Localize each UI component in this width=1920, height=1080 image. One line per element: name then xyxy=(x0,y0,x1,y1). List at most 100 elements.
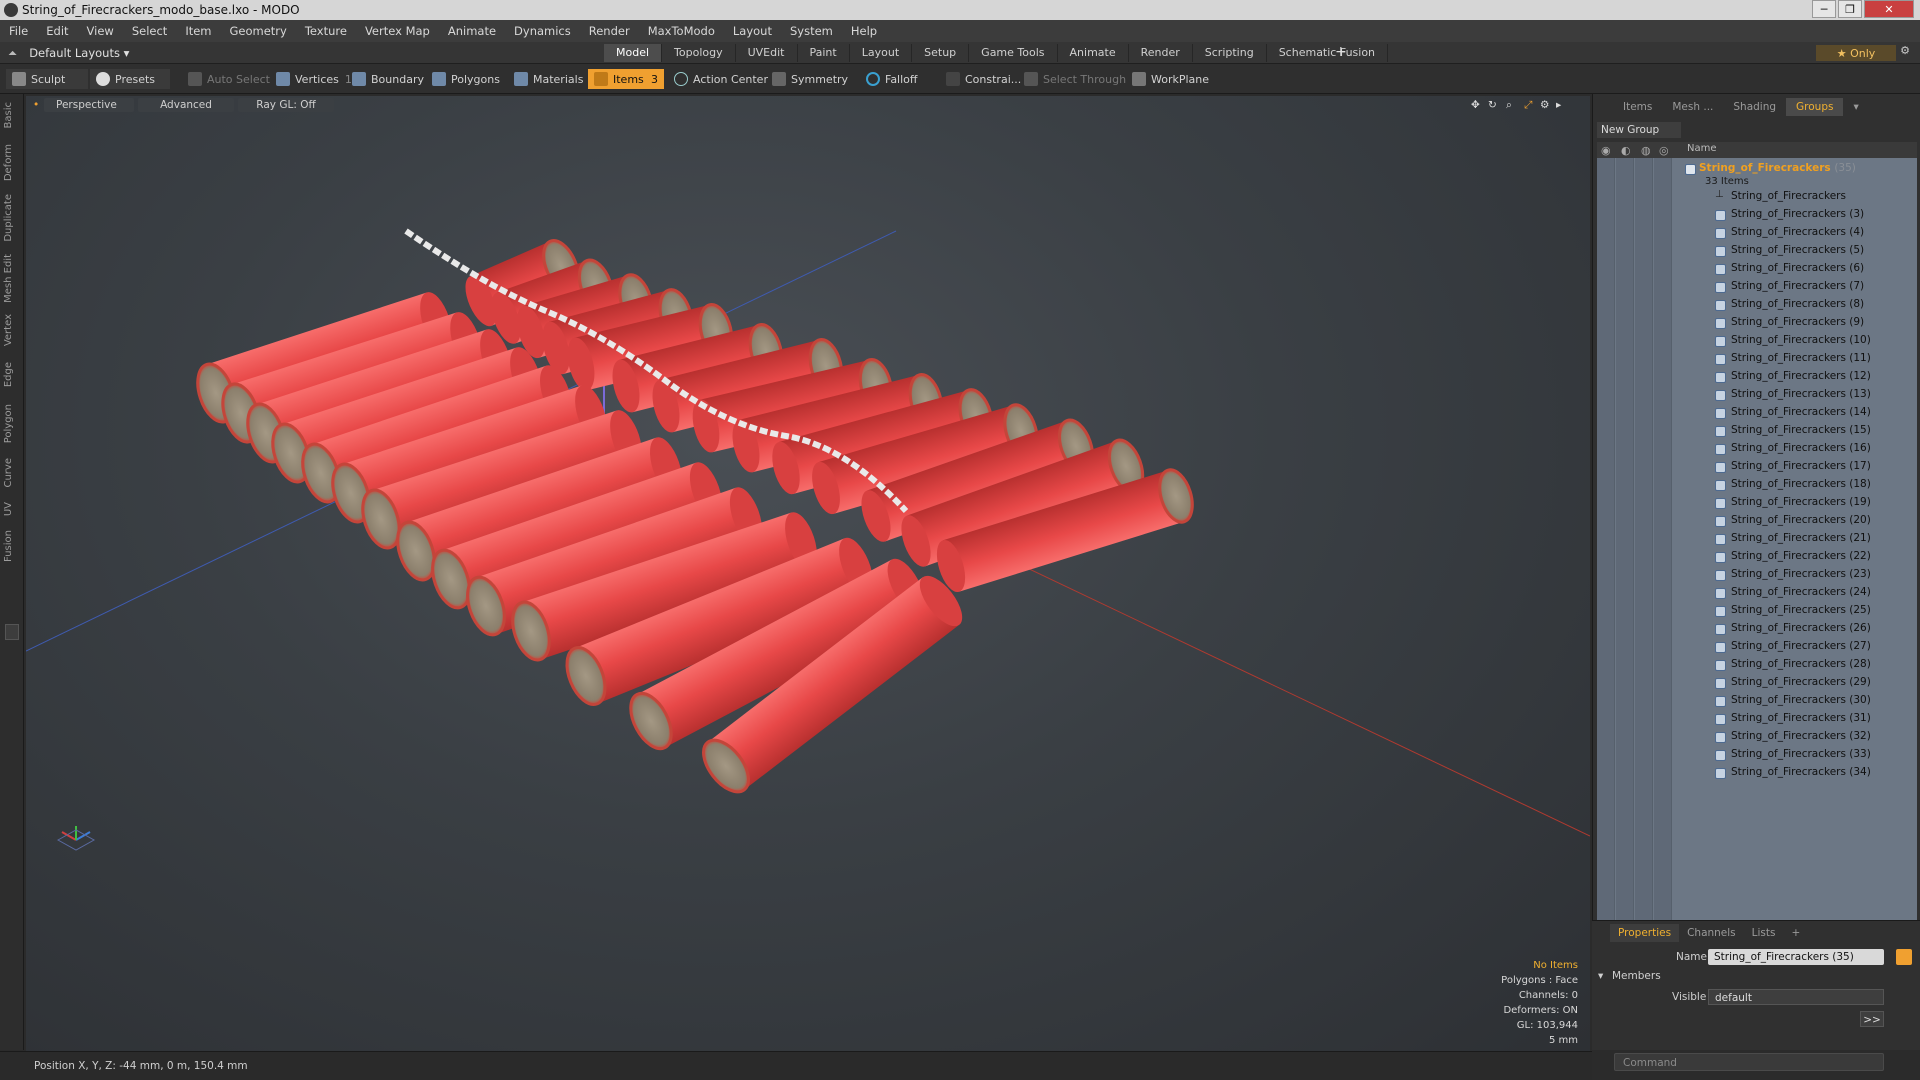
tab-lists[interactable]: Lists xyxy=(1744,924,1784,942)
select-through-button[interactable]: Select Through xyxy=(1018,69,1132,89)
menu-vertex-map[interactable]: Vertex Map xyxy=(356,24,439,38)
group-item-row[interactable]: String_of_Firecrackers (20) xyxy=(1597,512,1917,530)
members-expand-icon[interactable]: ▾ xyxy=(1598,970,1603,982)
more-button[interactable]: >> xyxy=(1860,1011,1884,1027)
group-item-row[interactable]: String_of_Firecrackers (30) xyxy=(1597,692,1917,710)
tab-mesh-edit[interactable]: Mesh Edit xyxy=(3,254,21,303)
group-item-row[interactable]: String_of_Firecrackers (21) xyxy=(1597,530,1917,548)
menu-item[interactable]: Item xyxy=(176,24,220,38)
only-toggle[interactable]: ★ Only xyxy=(1816,45,1896,61)
close-button[interactable]: ✕ xyxy=(1864,0,1914,18)
menu-view[interactable]: View xyxy=(78,24,123,38)
group-item-row[interactable]: String_of_Firecrackers (7) xyxy=(1597,278,1917,296)
name-field[interactable]: String_of_Firecrackers (35) xyxy=(1708,949,1884,965)
menu-dynamics[interactable]: Dynamics xyxy=(505,24,580,38)
tab-paint[interactable]: Paint xyxy=(798,44,850,62)
column-name[interactable]: Name xyxy=(1687,143,1717,154)
auto-select-button[interactable]: Auto Select xyxy=(182,69,276,89)
workplane-button[interactable]: WorkPlane xyxy=(1126,69,1215,89)
group-item-row[interactable]: String_of_Firecrackers (34) xyxy=(1597,764,1917,782)
tab-edge[interactable]: Edge xyxy=(3,362,21,387)
group-item-row[interactable]: String_of_Firecrackers (27) xyxy=(1597,638,1917,656)
tab-fusion[interactable]: Fusion xyxy=(3,530,21,562)
menu-edit[interactable]: Edit xyxy=(37,24,77,38)
tab-channels[interactable]: Channels xyxy=(1679,924,1744,942)
tab-uvedit[interactable]: UVEdit xyxy=(736,44,798,62)
tab-animate[interactable]: Animate xyxy=(1058,44,1129,62)
menu-render[interactable]: Render xyxy=(580,24,639,38)
gear-icon[interactable]: ⚙ xyxy=(1896,44,1914,62)
add-tab-button[interactable]: + xyxy=(1783,924,1808,942)
lock-icon[interactable]: ◍ xyxy=(1641,144,1651,157)
visible-dropdown[interactable]: default xyxy=(1708,989,1884,1005)
items-button[interactable]: Items 3 xyxy=(588,69,664,89)
maximize-button[interactable]: ❐ xyxy=(1838,0,1862,18)
action-center-button[interactable]: Action Center xyxy=(668,69,774,89)
group-item-row[interactable]: String_of_Firecrackers (3) xyxy=(1597,206,1917,224)
default-layouts-dropdown[interactable]: ⏶ Default Layouts ▾ xyxy=(8,45,129,61)
tab-shading[interactable]: Shading xyxy=(1723,98,1786,116)
tab-duplicate[interactable]: Duplicate xyxy=(3,194,21,242)
menu-file[interactable]: File xyxy=(0,24,37,38)
group-item-row[interactable]: String_of_Firecrackers (31) xyxy=(1597,710,1917,728)
group-item-row[interactable]: String_of_Firecrackers (19) xyxy=(1597,494,1917,512)
group-item-row[interactable]: String_of_Firecrackers (15) xyxy=(1597,422,1917,440)
tab-properties[interactable]: Properties xyxy=(1610,924,1680,942)
tab-game-tools[interactable]: Game Tools xyxy=(969,44,1058,62)
group-item-row[interactable]: String_of_Firecrackers (6) xyxy=(1597,260,1917,278)
materials-button[interactable]: Materials xyxy=(508,69,589,89)
group-item-row[interactable]: String_of_Firecrackers (5) xyxy=(1597,242,1917,260)
tab-curve[interactable]: Curve xyxy=(3,458,21,488)
group-item-row[interactable]: String_of_Firecrackers (29) xyxy=(1597,674,1917,692)
tab-topology[interactable]: Topology xyxy=(662,44,736,62)
group-item-row[interactable]: String_of_Firecrackers (32) xyxy=(1597,728,1917,746)
new-group-button[interactable]: New Group xyxy=(1597,122,1681,138)
tab-deform[interactable]: Deform xyxy=(3,144,21,181)
group-item-row[interactable]: String_of_Firecrackers (11) xyxy=(1597,350,1917,368)
command-input[interactable]: Command xyxy=(1614,1053,1884,1071)
group-item-row[interactable]: String_of_Firecrackers (22) xyxy=(1597,548,1917,566)
group-item-row[interactable]: String_of_Firecrackers (9) xyxy=(1597,314,1917,332)
group-item-row[interactable]: String_of_Firecrackers (8) xyxy=(1597,296,1917,314)
menu-maxtomodo[interactable]: MaxToModo xyxy=(639,24,724,38)
presets-button[interactable]: Presets xyxy=(90,69,170,89)
group-item-row[interactable]: String_of_Firecrackers (4) xyxy=(1597,224,1917,242)
add-layout-tab-button[interactable]: + xyxy=(1335,44,1347,60)
group-item-row[interactable]: String_of_Firecrackers (24) xyxy=(1597,584,1917,602)
tab-uv[interactable]: UV xyxy=(3,502,21,516)
symmetry-button[interactable]: Symmetry xyxy=(766,69,854,89)
group-item-row[interactable]: String_of_Firecrackers (14) xyxy=(1597,404,1917,422)
minimize-button[interactable]: ─ xyxy=(1812,0,1836,18)
group-item-row[interactable]: String_of_Firecrackers (33) xyxy=(1597,746,1917,764)
group-item-row[interactable]: String_of_Firecrackers (13) xyxy=(1597,386,1917,404)
group-item-row[interactable]: String_of_Firecrackers (26) xyxy=(1597,620,1917,638)
vertices-button[interactable]: Vertices 1 xyxy=(270,69,358,89)
tab-scripting[interactable]: Scripting xyxy=(1193,44,1267,62)
menu-system[interactable]: System xyxy=(781,24,842,38)
sculpt-button[interactable]: Sculpt xyxy=(6,69,88,89)
menu-layout[interactable]: Layout xyxy=(724,24,781,38)
constrain-button[interactable]: Constrai... xyxy=(940,69,1027,89)
group-item-row[interactable]: String_of_Firecrackers (23) xyxy=(1597,566,1917,584)
menu-animate[interactable]: Animate xyxy=(439,24,505,38)
group-item-row[interactable]: String_of_Firecrackers (25) xyxy=(1597,602,1917,620)
polygons-button[interactable]: Polygons xyxy=(426,69,506,89)
group-item-row[interactable]: String_of_Firecrackers (16) xyxy=(1597,440,1917,458)
boundary-button[interactable]: Boundary xyxy=(346,69,430,89)
tab-basic[interactable]: Basic xyxy=(3,102,21,128)
left-panel-toggle[interactable] xyxy=(5,624,19,640)
eye-icon[interactable]: ◉ xyxy=(1601,144,1611,157)
group-item-row[interactable]: String_of_Firecrackers (10) xyxy=(1597,332,1917,350)
select-icon[interactable]: ◎ xyxy=(1659,144,1669,157)
3d-viewport[interactable]: • Perspective Advanced Ray GL: Off ✥ ↻ ⌕… xyxy=(26,96,1590,1051)
group-color-swatch[interactable] xyxy=(1896,949,1912,965)
tab-dropdown-icon[interactable]: ▾ xyxy=(1843,98,1868,116)
tab-schematic-fusion[interactable]: Schematic Fusion xyxy=(1267,44,1389,62)
menu-geometry[interactable]: Geometry xyxy=(221,24,296,38)
group-item-row[interactable]: ⊥ String_of_Firecrackers xyxy=(1597,188,1917,206)
menu-texture[interactable]: Texture xyxy=(296,24,356,38)
tab-groups[interactable]: Groups xyxy=(1786,98,1844,116)
tab-setup[interactable]: Setup xyxy=(912,44,970,62)
falloff-button[interactable]: Falloff xyxy=(860,69,923,89)
tab-items[interactable]: Items xyxy=(1613,98,1662,116)
